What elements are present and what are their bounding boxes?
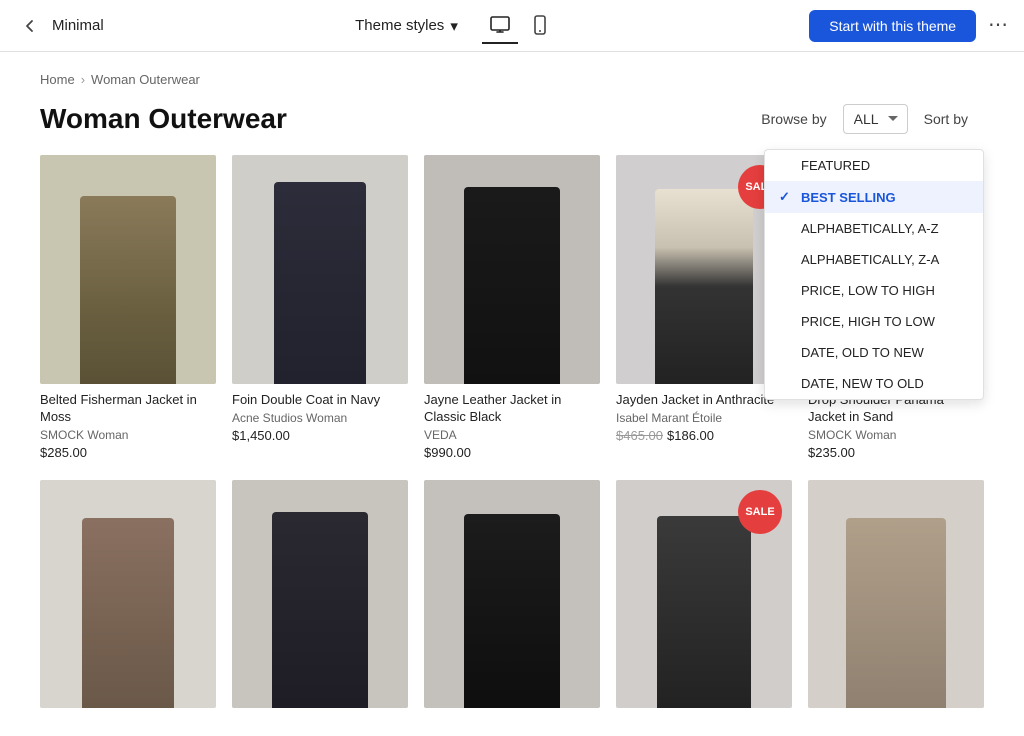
device-icons	[482, 8, 558, 44]
page-title: Woman Outerwear	[40, 103, 287, 135]
sort-option-label: ALPHABETICALLY, A-Z	[801, 221, 939, 236]
regular-price: $285.00	[40, 445, 87, 460]
breadcrumb-home[interactable]: Home	[40, 72, 75, 87]
sale-price: $186.00	[667, 428, 714, 443]
product-figure	[80, 196, 177, 384]
sort-option-date-old-new[interactable]: DATE, OLD TO NEW	[765, 337, 983, 368]
product-image	[232, 480, 408, 709]
sort-option-label: PRICE, LOW TO HIGH	[801, 283, 935, 298]
product-figure	[655, 189, 754, 383]
theme-styles-label: Theme styles	[355, 17, 444, 34]
sort-option-label: BEST SELLING	[801, 190, 896, 205]
regular-price: $990.00	[424, 445, 471, 460]
product-brand: VEDA	[424, 428, 600, 442]
product-brand: Isabel Marant Étoile	[616, 411, 792, 425]
filter-sort-controls: Browse by ALL Sort by FEATURED✓BEST SELL…	[761, 104, 984, 134]
product-image-wrapper	[40, 155, 216, 384]
product-price: $1,450.00	[232, 428, 408, 443]
product-name: Foin Double Coat in Navy	[232, 392, 408, 409]
sort-option-price-low-high[interactable]: PRICE, LOW TO HIGH	[765, 275, 983, 306]
product-image-wrapper	[424, 155, 600, 384]
top-nav: Minimal Theme styles ▾ Start with this t…	[0, 0, 1024, 52]
product-image-wrapper	[808, 480, 984, 709]
sort-option-label: DATE, NEW TO OLD	[801, 376, 924, 391]
product-card-bottom[interactable]	[424, 480, 600, 717]
sort-option-date-new-old[interactable]: DATE, NEW TO OLD	[765, 368, 983, 399]
nav-right: Start with this theme ⋯	[809, 10, 1008, 42]
product-grid-bottom: SALE	[40, 480, 984, 717]
page-header: Woman Outerwear Browse by ALL Sort by FE…	[40, 103, 984, 135]
sort-option-label: ALPHABETICALLY, Z-A	[801, 252, 939, 267]
product-image-wrapper: SALE	[616, 480, 792, 709]
product-figure	[274, 182, 366, 383]
sort-option-label: FEATURED	[801, 158, 870, 173]
product-brand: SMOCK Woman	[808, 428, 984, 442]
sort-by-label: Sort by	[924, 111, 968, 127]
product-image	[808, 480, 984, 709]
product-name: Jayne Leather Jacket in Classic Black	[424, 392, 600, 426]
product-figure	[846, 518, 946, 708]
product-card-bottom[interactable]	[40, 480, 216, 717]
product-image	[424, 155, 600, 384]
sort-option-featured[interactable]: FEATURED	[765, 150, 983, 181]
product-image-wrapper	[424, 480, 600, 709]
product-card[interactable]: Jayne Leather Jacket in Classic Black VE…	[424, 155, 600, 460]
product-image-wrapper	[232, 155, 408, 384]
product-image	[232, 155, 408, 384]
product-image	[40, 480, 216, 709]
sort-option-label: DATE, OLD TO NEW	[801, 345, 924, 360]
product-figure	[464, 514, 561, 708]
product-card-bottom[interactable]: SALE	[616, 480, 792, 717]
product-price: $285.00	[40, 445, 216, 460]
more-options-button[interactable]: ⋯	[988, 12, 1008, 37]
product-card-bottom[interactable]	[232, 480, 408, 717]
product-brand: SMOCK Woman	[40, 428, 216, 442]
browse-by-select[interactable]: ALL	[843, 104, 908, 134]
product-card-bottom[interactable]	[808, 480, 984, 717]
product-price: $465.00 $186.00	[616, 428, 792, 443]
main-content: Home › Woman Outerwear Woman Outerwear B…	[0, 52, 1024, 736]
product-brand: Acne Studios Woman	[232, 411, 408, 425]
product-price: $235.00	[808, 445, 984, 460]
sort-option-alpha-asc[interactable]: ALPHABETICALLY, A-Z	[765, 213, 983, 244]
back-button[interactable]	[16, 12, 44, 40]
product-image	[424, 480, 600, 709]
check-icon: ✓	[779, 189, 793, 205]
sort-option-alpha-desc[interactable]: ALPHABETICALLY, Z-A	[765, 244, 983, 275]
product-card[interactable]: Belted Fisherman Jacket in Moss SMOCK Wo…	[40, 155, 216, 460]
original-price: $465.00	[616, 428, 663, 443]
breadcrumb-current: Woman Outerwear	[91, 72, 200, 87]
browse-by-label: Browse by	[761, 111, 826, 127]
chevron-down-icon: ▾	[450, 17, 458, 35]
desktop-view-button[interactable]	[482, 8, 518, 44]
product-price: $990.00	[424, 445, 600, 460]
nav-center: Theme styles ▾	[355, 8, 558, 44]
nav-left: Minimal	[16, 12, 104, 40]
sale-badge: SALE	[738, 490, 782, 534]
mobile-view-button[interactable]	[522, 8, 558, 44]
sort-dropdown: FEATURED ✓ BEST SELLING ALPHABETICALLY, A-Z…	[764, 149, 984, 400]
breadcrumb: Home › Woman Outerwear	[40, 72, 984, 87]
product-image-wrapper	[232, 480, 408, 709]
sort-option-label: PRICE, HIGH TO LOW	[801, 314, 935, 329]
product-image	[40, 155, 216, 384]
site-title: Minimal	[52, 17, 104, 34]
theme-styles-button[interactable]: Theme styles ▾	[355, 17, 458, 35]
regular-price: $235.00	[808, 445, 855, 460]
sort-option-price-high-low[interactable]: PRICE, HIGH TO LOW	[765, 306, 983, 337]
product-image-wrapper	[40, 480, 216, 709]
product-figure	[464, 187, 559, 384]
sort-option-best-selling[interactable]: ✓ BEST SELLING	[765, 181, 983, 213]
product-figure	[82, 518, 174, 708]
product-figure	[657, 516, 750, 708]
start-theme-button[interactable]: Start with this theme	[809, 10, 976, 42]
product-name: Belted Fisherman Jacket in Moss	[40, 392, 216, 426]
product-figure	[272, 512, 367, 709]
breadcrumb-separator: ›	[81, 72, 85, 87]
regular-price: $1,450.00	[232, 428, 290, 443]
product-card[interactable]: Foin Double Coat in Navy Acne Studios Wo…	[232, 155, 408, 460]
